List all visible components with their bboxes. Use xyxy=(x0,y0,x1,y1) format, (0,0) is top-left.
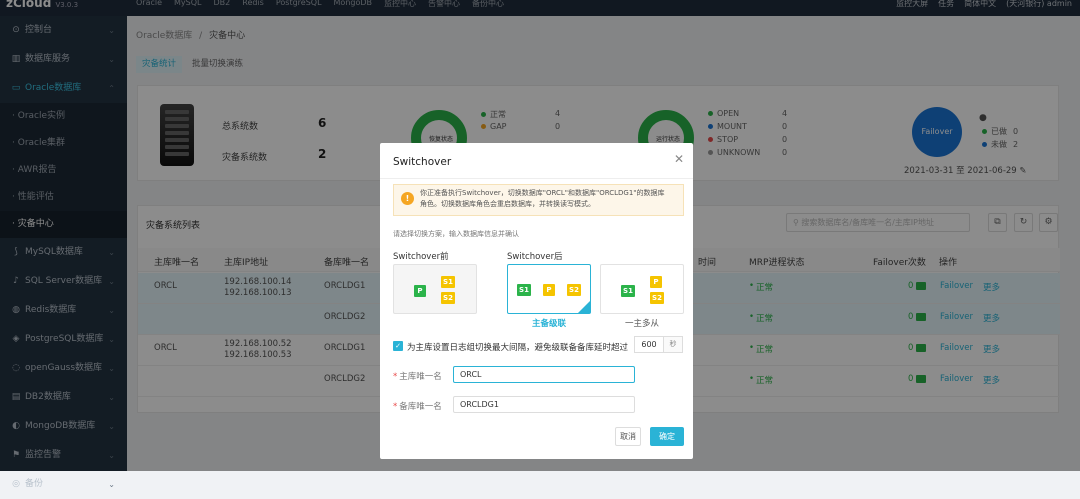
cancel-button[interactable]: 取消 xyxy=(615,427,641,446)
warning-line2: 角色。切换数据库角色会重启数据库，并转换读写模式。 xyxy=(420,200,595,208)
check-corner-icon xyxy=(578,301,590,313)
switchover-dialog: Switchover ✕ ! 你正准备执行Switchover，切换数据库"OR… xyxy=(380,143,693,459)
standby-name-input[interactable]: ORCLDG1 xyxy=(453,396,635,413)
option-cascade-label[interactable]: 主备级联 xyxy=(507,317,591,329)
seconds-input[interactable]: 600 xyxy=(634,336,664,353)
option-one-to-many[interactable]: S1 P S2 xyxy=(600,264,684,314)
before-label: Switchover前 xyxy=(393,252,449,262)
standby-name-label: * 备库唯一名 xyxy=(393,402,442,412)
topology-before: P S1 S2 xyxy=(393,264,477,314)
warning-line1: 你正准备执行Switchover，切换数据库"ORCL"和数据库"ORCLDG1… xyxy=(420,189,665,197)
sidebar-item[interactable]: ◎ 备份 ⌄ xyxy=(0,470,127,499)
warning-banner: ! 你正准备执行Switchover，切换数据库"ORCL"和数据库"ORCLD… xyxy=(393,184,684,216)
divider xyxy=(380,178,693,179)
dialog-hint: 请选择切换方案，输入数据库信息并确认 xyxy=(393,230,519,238)
option-one-to-many-label[interactable]: 一主多从 xyxy=(600,317,684,329)
option-cascade[interactable]: S1 P S2 xyxy=(507,264,591,314)
dialog-title: Switchover xyxy=(393,156,452,168)
sidebar-item-label: 备份 xyxy=(25,479,44,489)
seconds-unit: 秒 xyxy=(664,336,683,353)
sidebar-icon: ◎ xyxy=(12,479,20,489)
after-label: Switchover后 xyxy=(507,252,563,262)
chevron-icon: ⌄ xyxy=(108,480,115,489)
primary-name-input[interactable]: ORCL xyxy=(453,366,635,383)
warning-icon: ! xyxy=(401,192,414,205)
close-icon[interactable]: ✕ xyxy=(674,152,684,166)
primary-name-label: * 主库唯一名 xyxy=(393,372,442,382)
log-interval-checkbox[interactable]: ✓ xyxy=(393,341,403,351)
confirm-button[interactable]: 确定 xyxy=(650,427,684,446)
log-interval-label: 为主库设置日志组切换最大间隔，避免级联备备库延时超过 xyxy=(407,343,629,353)
